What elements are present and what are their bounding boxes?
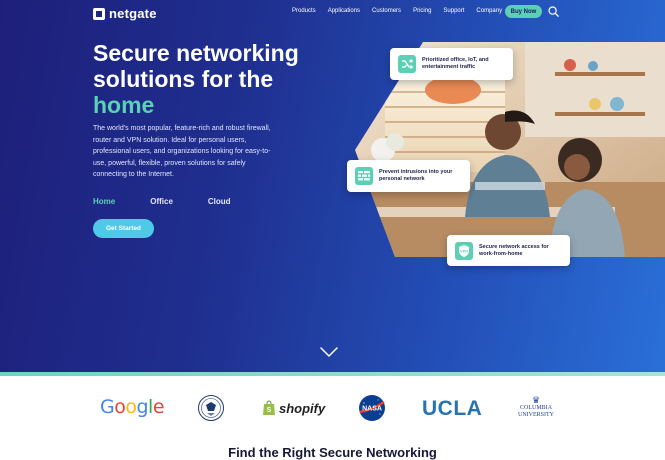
nasa-wordmark: NASA — [362, 406, 382, 413]
headline-line-1: Secure networking — [93, 40, 299, 66]
headline-line-2: solutions for the — [93, 66, 274, 92]
crown-icon: ♛ — [531, 395, 541, 405]
section-title: Find the Right Secure Networking — [228, 445, 437, 460]
buy-now-button[interactable]: Buy Now — [505, 5, 542, 18]
customer-logos-strip: Google S shopify NASA UCLA ♛ COLUMBIA UN… — [0, 376, 665, 460]
feature-card-vpn: VPN Secure network access for work-from-… — [447, 235, 570, 266]
feature-card-intrusion: Prevent intrusions into your personal ne… — [347, 160, 470, 192]
shuffle-icon — [398, 55, 416, 73]
chevron-down-icon[interactable] — [320, 347, 338, 357]
shopify-logo: S shopify — [262, 400, 325, 416]
netgate-logo-icon — [93, 7, 105, 20]
hero-section: netgate Products Applications Customers … — [0, 0, 665, 372]
shopify-wordmark: shopify — [279, 400, 326, 416]
tab-office[interactable]: Office — [150, 197, 173, 206]
brand-name: netgate — [109, 6, 157, 21]
nav-applications[interactable]: Applications — [328, 7, 360, 15]
nav-customers[interactable]: Customers — [372, 7, 401, 15]
main-nav: Products Applications Customers Pricing … — [292, 7, 502, 15]
netgate-logo[interactable]: netgate — [93, 6, 157, 21]
segment-tabs: Home Office Cloud — [93, 197, 231, 206]
columbia-wordmark: COLUMBIA UNIVERSITY — [518, 405, 554, 418]
nav-support[interactable]: Support — [443, 7, 464, 15]
svg-text:VPN: VPN — [460, 249, 468, 253]
ucla-logo: UCLA — [422, 397, 483, 420]
feature-card-traffic: Prioritized office, IoT, and entertainme… — [390, 48, 513, 80]
hero-headline: Secure networking solutions for the home — [93, 40, 333, 118]
feature-card-vpn-text: Secure network access for work-from-home — [479, 243, 549, 257]
nav-pricing[interactable]: Pricing — [413, 7, 431, 15]
svg-text:S: S — [267, 407, 272, 414]
columbia-logo: ♛ COLUMBIA UNIVERSITY — [514, 396, 558, 418]
headline-accent: home — [93, 92, 155, 118]
nav-products[interactable]: Products — [292, 7, 316, 15]
feature-card-intrusion-text: Prevent intrusions into your personal ne… — [379, 169, 453, 182]
vpn-shield-icon: VPN — [455, 241, 473, 260]
hero-description: The world's most popular, feature-rich a… — [93, 125, 271, 178]
tab-cloud[interactable]: Cloud — [208, 197, 231, 206]
get-started-button[interactable]: Get Started — [93, 219, 154, 238]
shopify-bag-icon: S — [263, 400, 275, 415]
nasa-logo: NASA — [359, 395, 385, 421]
tab-home[interactable]: Home — [93, 197, 115, 206]
feature-card-traffic-text: Prioritized office, IoT, and entertainme… — [422, 57, 489, 70]
dhs-seal-logo — [198, 395, 224, 421]
search-icon[interactable] — [548, 6, 559, 17]
firewall-icon — [355, 167, 373, 185]
nav-company[interactable]: Company — [476, 7, 502, 15]
google-logo: Google — [100, 396, 165, 418]
